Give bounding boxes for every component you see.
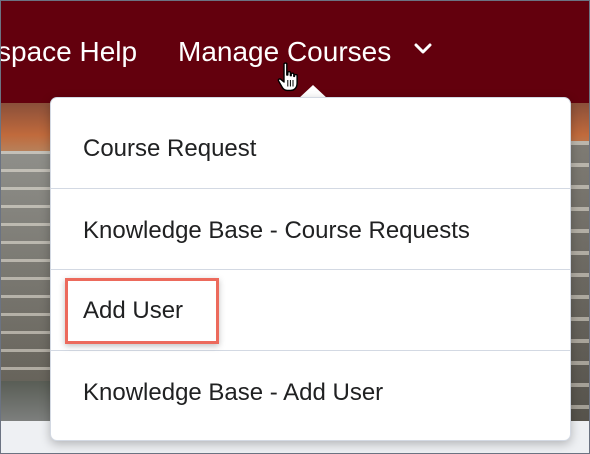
chevron-down-icon[interactable]	[414, 42, 432, 56]
menu-item-knowledge-base-course-requests[interactable]: Knowledge Base - Course Requests	[51, 188, 570, 270]
screenshot-frame: space Help Manage Courses Course Request…	[0, 0, 590, 454]
menu-item-knowledge-base-add-user[interactable]: Knowledge Base - Add User	[51, 350, 570, 440]
nav-item-help[interactable]: space Help	[1, 34, 137, 70]
menu-item-course-request[interactable]: Course Request	[51, 108, 570, 188]
menu-item-add-user[interactable]: Add User	[51, 269, 570, 351]
menu-item-label: Course Request	[83, 135, 257, 162]
background-building-left	[1, 151, 53, 381]
menu-item-label: Add User	[83, 297, 184, 324]
menu-item-label: Knowledge Base - Add User	[83, 379, 384, 406]
top-navigation-bar: space Help Manage Courses	[1, 1, 589, 103]
menu-item-label: Knowledge Base - Course Requests	[83, 217, 470, 244]
manage-courses-dropdown-menu: Course Request Knowledge Base - Course R…	[50, 97, 571, 441]
